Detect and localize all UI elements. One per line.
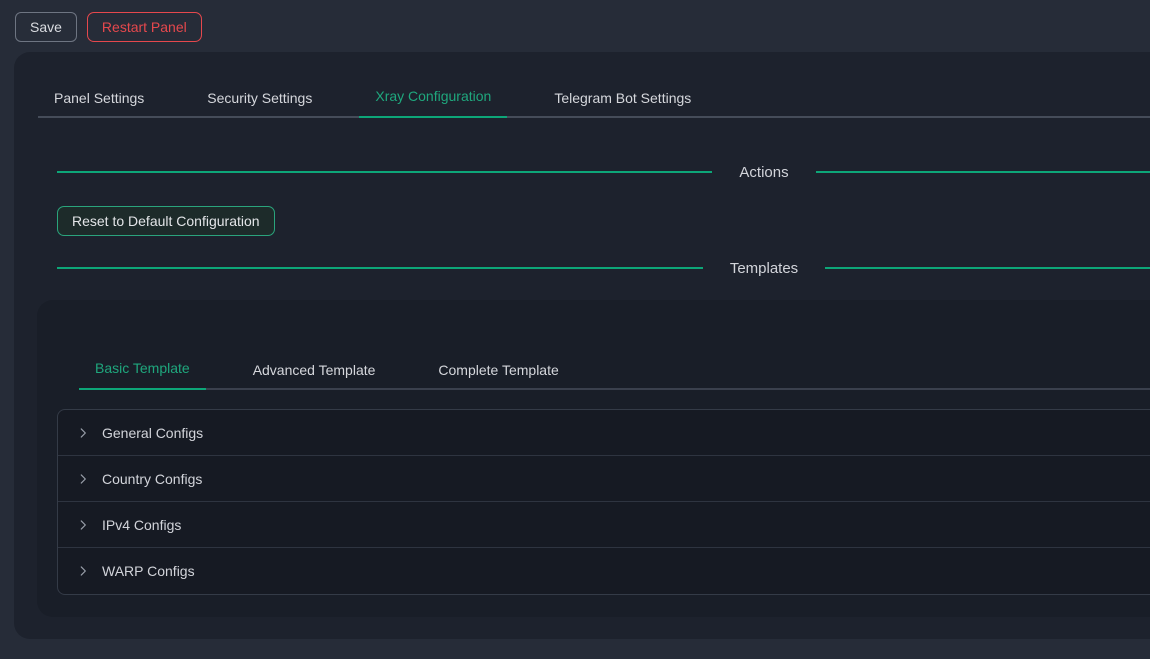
templates-card: Basic Template Advanced Template Complet… bbox=[37, 300, 1150, 617]
tab-panel-settings[interactable]: Panel Settings bbox=[38, 80, 160, 118]
divider-line-right bbox=[825, 267, 1150, 269]
tab-basic-template[interactable]: Basic Template bbox=[79, 350, 206, 390]
actions-divider-label: Actions bbox=[712, 164, 815, 181]
accordion-section-country-configs[interactable]: Country Configs bbox=[58, 456, 1150, 502]
accordion-section-label: IPv4 Configs bbox=[102, 517, 181, 533]
chevron-right-icon bbox=[76, 518, 90, 532]
config-accordion: General Configs Country Configs bbox=[57, 409, 1150, 595]
accordion-section-general-configs[interactable]: General Configs bbox=[58, 410, 1150, 456]
tab-advanced-template[interactable]: Advanced Template bbox=[237, 352, 392, 390]
tab-telegram-bot-settings[interactable]: Telegram Bot Settings bbox=[538, 80, 707, 118]
reset-default-config-button[interactable]: Reset to Default Configuration bbox=[57, 206, 275, 236]
chevron-right-icon bbox=[76, 426, 90, 440]
divider-line-left bbox=[57, 267, 703, 269]
restart-panel-button[interactable]: Restart Panel bbox=[87, 12, 202, 42]
page-background: Save Restart Panel Panel Settings Securi… bbox=[0, 0, 1150, 659]
accordion-section-ipv4-configs[interactable]: IPv4 Configs bbox=[58, 502, 1150, 548]
accordion-section-label: WARP Configs bbox=[102, 563, 195, 579]
templates-divider-label: Templates bbox=[703, 260, 825, 277]
chevron-right-icon bbox=[76, 472, 90, 486]
top-toolbar: Save Restart Panel bbox=[0, 0, 1150, 52]
save-button[interactable]: Save bbox=[15, 12, 77, 42]
settings-card: Panel Settings Security Settings Xray Co… bbox=[14, 52, 1150, 639]
accordion-section-warp-configs[interactable]: WARP Configs bbox=[58, 548, 1150, 594]
templates-divider: Templates bbox=[57, 257, 1150, 279]
tab-security-settings[interactable]: Security Settings bbox=[191, 80, 328, 118]
accordion-section-label: General Configs bbox=[102, 425, 203, 441]
accordion-section-label: Country Configs bbox=[102, 471, 202, 487]
divider-line-right bbox=[816, 171, 1150, 173]
tab-xray-configuration[interactable]: Xray Configuration bbox=[359, 78, 507, 118]
chevron-right-icon bbox=[76, 564, 90, 578]
actions-divider: Actions bbox=[57, 161, 1150, 183]
divider-line-left bbox=[57, 171, 712, 173]
settings-tabbar: Panel Settings Security Settings Xray Co… bbox=[38, 78, 1150, 118]
tab-complete-template[interactable]: Complete Template bbox=[422, 352, 574, 390]
templates-tabbar: Basic Template Advanced Template Complet… bbox=[79, 350, 1150, 390]
